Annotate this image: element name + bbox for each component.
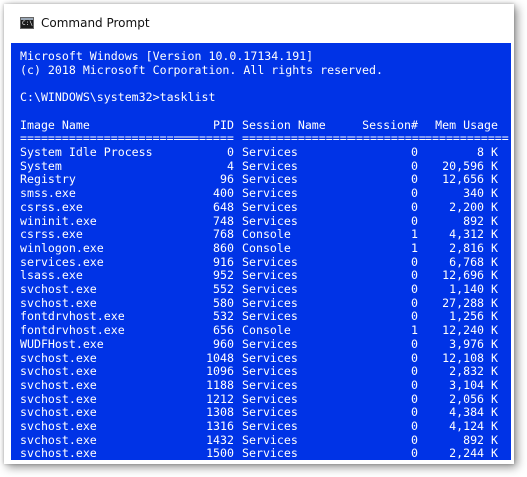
table-row: csrss.exe 648 Services 0 2,200 K	[20, 199, 502, 215]
cell-mem-usage: 4,124 K	[449, 419, 498, 433]
table-row: svchost.exe 1500 Services 0 2,244 K	[20, 447, 502, 460]
separator-session-name: ================	[242, 131, 354, 145]
cell-mem-usage: 2,244 K	[449, 446, 498, 460]
cell-mem-usage: 340 K	[463, 186, 498, 201]
window-title: Command Prompt	[41, 16, 150, 30]
separator-pid: ========	[178, 131, 234, 145]
separator-mem-usage: ============	[425, 131, 509, 145]
cell-mem-usage: 12,696 K	[442, 268, 498, 283]
table-separator-row: ========================= ======== =====…	[20, 131, 509, 146]
cell-mem-usage: 2,816 K	[449, 240, 498, 255]
separator-session-number: ===========	[349, 131, 426, 145]
cell-mem-usage: 4,384 K	[449, 405, 498, 420]
cell-mem-usage: 2,056 K	[449, 391, 498, 406]
separator-image-name: =========================	[20, 131, 195, 145]
command-prompt-line: C:\WINDOWS\system32>tasklist	[20, 90, 216, 104]
console-output[interactable]: Microsoft Windows [Version 10.0.17134.19…	[11, 43, 511, 460]
cell-mem-usage: 892 K	[463, 432, 498, 447]
table-row: smss.exe 400 Services 0 340 K	[20, 186, 502, 201]
cell-mem-usage: 6,768 K	[449, 254, 498, 269]
cell-mem-usage: 12,240 K	[442, 323, 498, 338]
cell-mem-usage: 27,288 K	[442, 295, 498, 310]
banner-copyright-line: (c) 2018 Microsoft Corporation. All righ…	[20, 63, 383, 77]
cell-mem-usage: 1,140 K	[449, 282, 498, 296]
cell-mem-usage: 2,200 K	[449, 199, 498, 214]
table-row: svchost.exe 1316 Services 0 4,124 K	[20, 419, 502, 434]
cell-mem-usage: 892 K	[463, 213, 498, 228]
cell-mem-usage: 20,596 K	[442, 158, 498, 173]
cell-mem-usage: 12,108 K	[442, 350, 498, 365]
title-bar[interactable]: C:\ Command Prompt	[8, 8, 514, 40]
table-row: winlogon.exe 860 Console 1 2,816 K	[20, 240, 502, 256]
cell-mem-usage: 8 K	[477, 145, 498, 159]
cell-mem-usage: 1,256 K	[449, 309, 498, 324]
cell-mem-usage: 2,832 K	[449, 364, 498, 379]
banner-version-line: Microsoft Windows [Version 10.0.17134.19…	[20, 49, 314, 63]
table-row: System Idle Process 0 Services 0 8 K	[20, 145, 502, 160]
table-row: svchost.exe 552 Services 0 1,140 K	[20, 282, 502, 297]
cell-mem-usage: 12,656 K	[442, 172, 498, 187]
cell-mem-usage: 3,976 K	[449, 336, 498, 351]
cmd-icon-glyph: C:\	[22, 20, 33, 27]
cell-mem-usage: 3,104 K	[449, 377, 498, 392]
table-row: svchost.exe 1188 Services 0 3,104 K	[20, 377, 502, 393]
table-row: fontdrvhost.exe 656 Console 1 12,240 K	[20, 323, 502, 338]
command-prompt-window[interactable]: C:\ Command Prompt Microsoft Windows [Ve…	[8, 8, 514, 460]
table-row: WUDFHost.exe 960 Services 0 3,976 K	[20, 336, 502, 352]
cell-mem-usage: 4,312 K	[449, 227, 498, 242]
cmd-icon[interactable]: C:\	[20, 17, 34, 29]
